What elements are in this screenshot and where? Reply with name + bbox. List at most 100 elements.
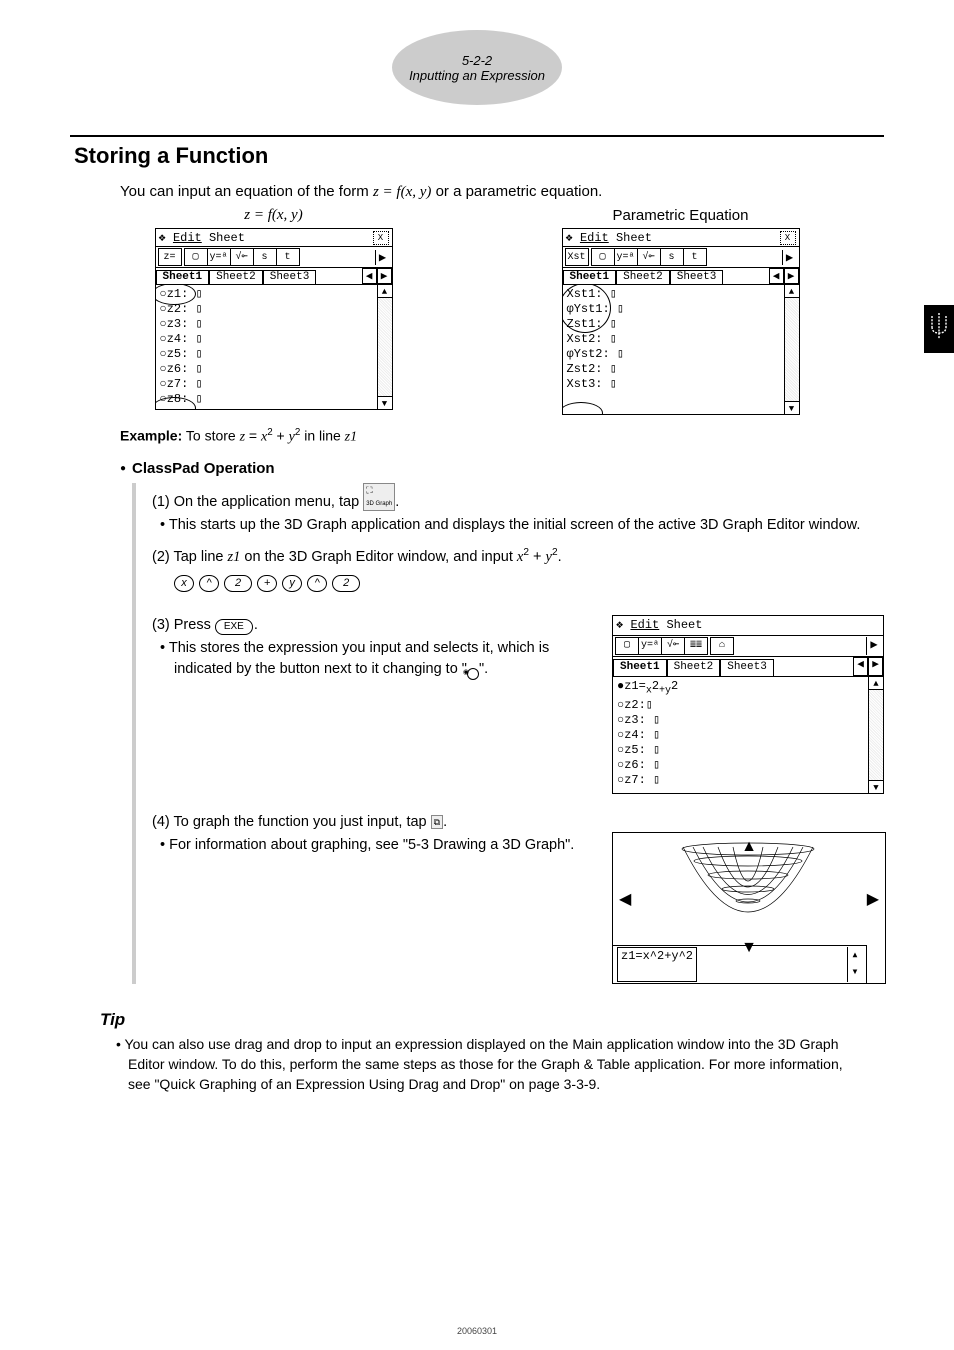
screenshot-parametric-editor: ❖ Edit Sheet X Xst ▢ y=ᵃ √⟜ s t: [562, 228, 800, 415]
tab-scroll-right-icon[interactable]: ▶: [377, 268, 392, 284]
tab-sheet1[interactable]: Sheet1: [563, 270, 617, 284]
editor-line[interactable]: ○z4: ▯: [160, 332, 388, 347]
example-line: Example: To store z = x2 + y2 in line z1: [120, 427, 884, 446]
toolbar-more-icon[interactable]: ▶: [782, 250, 797, 265]
selected-radio-icon: ◉: [467, 668, 479, 680]
step-1: (1) On the application menu, tap ⛶3D Gra…: [152, 483, 884, 513]
tab-scroll-right-icon[interactable]: ▶: [868, 657, 883, 676]
page-number: 5-2-2: [392, 53, 562, 68]
editor-line[interactable]: ○z6: ▯: [617, 758, 879, 773]
tab-sheet3[interactable]: Sheet3: [670, 270, 724, 284]
toolbar-btn[interactable]: t: [277, 249, 299, 265]
dropdown-icon[interactable]: ❖: [159, 230, 166, 245]
tab-scroll-left-icon[interactable]: ◀: [853, 657, 868, 676]
trident-icon: [928, 311, 950, 347]
tab-sheet2[interactable]: Sheet2: [616, 270, 670, 284]
operation-heading: ClassPad Operation: [120, 460, 884, 477]
toolbar-btn[interactable]: s: [661, 249, 684, 265]
section-heading: Storing a Function: [74, 143, 884, 169]
key-plus: +: [257, 575, 277, 593]
toolbar-btn[interactable]: ▢: [592, 249, 615, 265]
editor-line[interactable]: Xst3: ▯: [567, 377, 795, 392]
scrollbar[interactable]: ▲ ▼: [868, 677, 883, 793]
toolbar-btn[interactable]: ▢: [185, 249, 208, 265]
tab-scroll-right-icon[interactable]: ▶: [784, 268, 799, 284]
screenshot-3d-graph: ▲ ◀ ▶ ▼ z1=x^2+y^2 ▴▾: [612, 832, 886, 984]
close-icon[interactable]: X: [373, 231, 389, 245]
scroll-down-icon[interactable]: ▼: [869, 780, 883, 793]
tab-scroll-left-icon[interactable]: ◀: [362, 268, 377, 284]
menu-edit[interactable]: Edit: [173, 231, 202, 245]
editor-line[interactable]: ○z6: ▯: [160, 362, 388, 377]
scrollbar[interactable]: ▲ ▼: [377, 285, 392, 409]
right-screenshot-title: Parametric Equation: [562, 207, 800, 224]
toolbar-btn[interactable]: y=ᵃ: [615, 249, 638, 265]
menu-sheet[interactable]: Sheet: [209, 231, 245, 245]
scroll-up-icon[interactable]: ▲: [378, 285, 392, 298]
toolbar-btn[interactable]: y=ᵃ: [208, 249, 231, 265]
tab-sheet2[interactable]: Sheet2: [667, 659, 721, 676]
toolbar-more-icon[interactable]: ▶: [375, 250, 390, 265]
toolbar-btn[interactable]: √⟜: [638, 249, 661, 265]
3d-graph-app-icon: ⛶3D Graph: [363, 483, 395, 511]
step-3: (3) Press EXE.: [152, 615, 582, 636]
tab-sheet3[interactable]: Sheet3: [720, 659, 774, 676]
left-screenshot-title: z = f(x, y): [155, 207, 393, 224]
footer-date: 20060301: [0, 1326, 954, 1336]
tab-scroll-left-icon[interactable]: ◀: [769, 268, 784, 284]
toolbar-btn[interactable]: s: [254, 249, 277, 265]
toolbar-btn[interactable]: √⟜: [662, 638, 685, 654]
menu-edit[interactable]: Edit: [630, 617, 659, 634]
tab-sheet2[interactable]: Sheet2: [209, 270, 263, 284]
menu-edit[interactable]: Edit: [580, 231, 609, 245]
close-icon[interactable]: X: [780, 231, 796, 245]
scrollbar[interactable]: ▲ ▼: [784, 285, 799, 414]
step-3-note: • This stores the expression you input a…: [174, 638, 582, 680]
toolbar-btn[interactable]: √⟜: [231, 249, 254, 265]
tip-heading: Tip: [100, 1010, 884, 1030]
toolbar-btn[interactable]: ▢: [616, 638, 639, 654]
tab-sheet1[interactable]: Sheet1: [613, 659, 667, 676]
editor-line[interactable]: ○z7: ▯: [617, 773, 879, 788]
key-2: 2: [224, 575, 252, 593]
dropdown-icon[interactable]: ❖: [566, 230, 573, 245]
toolbar-more-icon[interactable]: ▶: [866, 637, 881, 654]
scroll-up-icon[interactable]: ▲: [869, 677, 883, 690]
screenshot-z-editor: ❖ Edit Sheet X z= ▢ y=ᵃ √⟜ s t: [155, 228, 393, 410]
editor-line[interactable]: Xst2: ▯: [567, 332, 795, 347]
tab-sheet1[interactable]: Sheet1: [156, 270, 210, 284]
scroll-down-icon[interactable]: ▼: [785, 401, 799, 414]
scroll-down-icon[interactable]: ▼: [378, 396, 392, 409]
editor-line[interactable]: ○z7: ▯: [160, 377, 388, 392]
dropdown-icon[interactable]: ❖: [616, 617, 623, 634]
editor-line[interactable]: ○z2: ▯: [160, 302, 388, 317]
screenshot-stored-editor: ❖ Edit Sheet ▢ y=ᵃ √⟜ ≣≣ ⌂ ▶: [612, 615, 884, 794]
tab-sheet3[interactable]: Sheet3: [263, 270, 317, 284]
editor-line[interactable]: ○z3: ▯: [617, 713, 879, 728]
editor-line[interactable]: ○z2:▯: [617, 698, 879, 713]
key-sequence: x ^ 2 + y ^ 2: [174, 572, 884, 593]
menu-sheet[interactable]: Sheet: [616, 231, 652, 245]
graph-expression-display: z1=x^2+y^2: [617, 947, 697, 982]
nav-right-icon[interactable]: ▶: [867, 888, 879, 911]
graph-stepper-icon[interactable]: ▴▾: [847, 947, 862, 982]
menu-sheet[interactable]: Sheet: [666, 617, 702, 634]
toolbar-btn[interactable]: y=ᵃ: [639, 638, 662, 654]
step-4: (4) To graph the function you just input…: [152, 812, 582, 833]
nav-left-icon[interactable]: ◀: [619, 888, 631, 911]
editor-line[interactable]: ○z5: ▯: [160, 347, 388, 362]
step-2: (2) Tap line z1 on the 3D Graph Editor w…: [152, 546, 884, 568]
editor-line[interactable]: ○z4: ▯: [617, 728, 879, 743]
scroll-up-icon[interactable]: ▲: [785, 285, 799, 298]
key-2: 2: [332, 575, 360, 593]
editor-line[interactable]: ○z5: ▯: [617, 743, 879, 758]
toolbar-btn[interactable]: ≣≣: [685, 638, 707, 654]
save-icon[interactable]: ⌂: [710, 637, 734, 655]
nav-up-icon[interactable]: ▲: [741, 835, 757, 858]
editor-line[interactable]: ○z3: ▯: [160, 317, 388, 332]
editor-line-selected[interactable]: ●z1=x2+y2: [617, 679, 879, 698]
mode-indicator: Xst: [565, 248, 589, 266]
editor-line[interactable]: Zst2: ▯: [567, 362, 795, 377]
toolbar-btn[interactable]: t: [684, 249, 706, 265]
editor-line[interactable]: φYst2: ▯: [567, 347, 795, 362]
